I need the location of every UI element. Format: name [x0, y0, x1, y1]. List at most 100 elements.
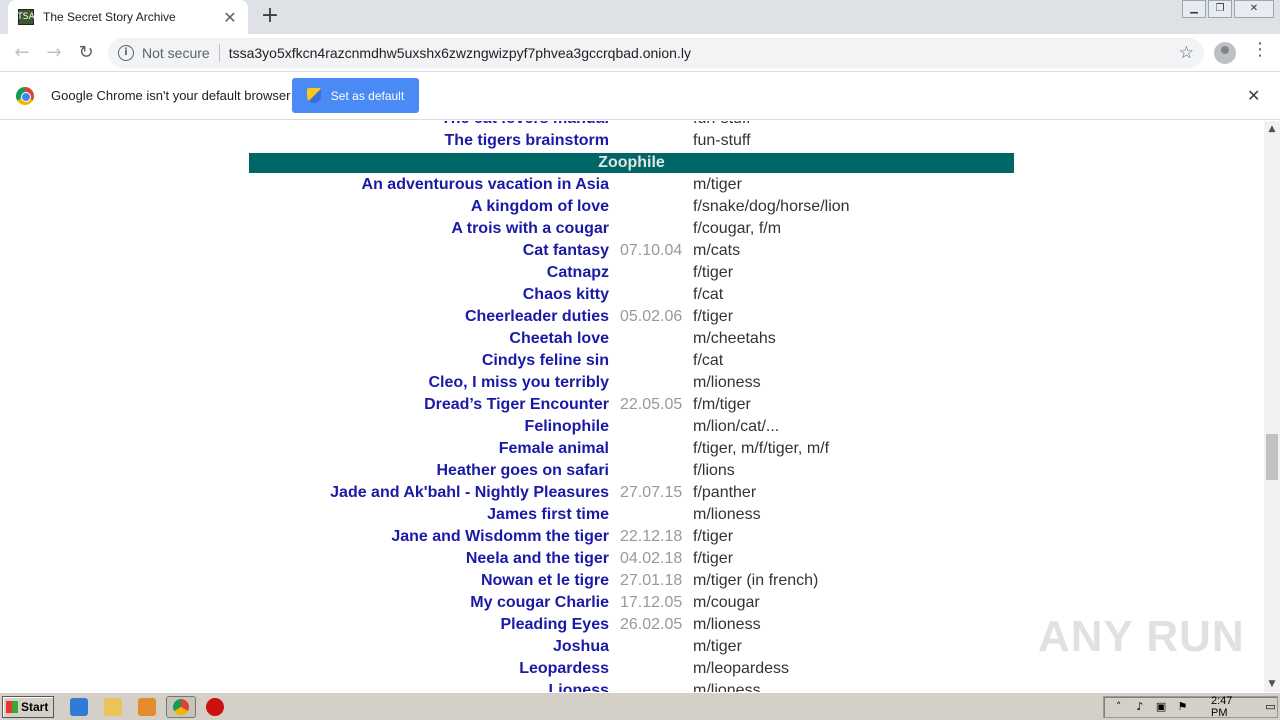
story-title-link[interactable]: Cheerleader duties: [465, 308, 609, 326]
story-title-link[interactable]: Lioness: [549, 682, 609, 692]
close-window-button[interactable]: ✕: [1234, 0, 1274, 18]
story-category: f/lions: [693, 462, 735, 479]
story-title-link[interactable]: The tigers brainstorm: [445, 132, 609, 150]
story-title-link[interactable]: Dread’s Tiger Encounter: [424, 396, 609, 414]
story-title-link[interactable]: Female animal: [499, 440, 609, 458]
default-browser-infobar: Google Chrome isn't your default browser…: [0, 72, 1280, 120]
tab-title: The Secret Story Archive: [43, 10, 176, 24]
story-title-link[interactable]: Cleo, I miss you terribly: [429, 374, 610, 392]
chrome-menu-icon[interactable]: ⋮: [1250, 39, 1270, 60]
tab-close-icon[interactable]: ✕: [222, 8, 238, 27]
story-category: m/lioness: [693, 682, 761, 692]
restore-button[interactable]: ❐: [1208, 0, 1232, 18]
info-icon[interactable]: i: [118, 45, 134, 61]
start-label: Start: [21, 700, 49, 714]
tab-active[interactable]: TSA The Secret Story Archive ✕: [8, 0, 248, 34]
scroll-down-icon[interactable]: ▼: [1264, 676, 1280, 692]
story-category: f/tiger: [693, 264, 734, 281]
story-title-link[interactable]: Jane and Wisdomm the tiger: [391, 528, 609, 546]
new-tab-button[interactable]: +: [258, 4, 282, 28]
window-controls: ▁ ❐ ✕: [1180, 0, 1274, 18]
story-title-link[interactable]: Heather goes on safari: [437, 462, 610, 480]
story-category: fun-stuff: [693, 121, 751, 128]
tray-expand-icon[interactable]: ˄: [1112, 700, 1125, 714]
story-title-link[interactable]: Cheetah love: [509, 330, 609, 348]
story-row: Cat fantasy 07.10.04 m/cats: [0, 239, 1264, 261]
set-as-default-button[interactable]: Set as default: [292, 78, 419, 113]
story-title-link[interactable]: Catnapz: [547, 264, 609, 282]
infobar-close-icon[interactable]: ✕: [1247, 86, 1260, 105]
story-title-link[interactable]: Nowan et le tigre: [481, 572, 609, 590]
story-category: m/tiger: [693, 176, 742, 193]
story-title-link[interactable]: Chaos kitty: [523, 286, 609, 304]
action-center-flag-icon[interactable]: ⚑: [1176, 700, 1189, 714]
section-title: Zoophile: [249, 153, 1014, 173]
minimize-button[interactable]: ▁: [1182, 0, 1206, 18]
story-category: f/cougar, f/m: [693, 220, 782, 237]
story-row: Chaos kitty f/cat: [0, 283, 1264, 305]
story-row: An adventurous vacation in Asia m/tiger: [0, 173, 1264, 195]
story-row: Catnapz f/tiger: [0, 261, 1264, 283]
story-title-link[interactable]: Felinophile: [525, 418, 609, 436]
story-title-link[interactable]: Neela and the tiger: [466, 550, 609, 568]
profile-avatar-icon[interactable]: [1214, 42, 1236, 64]
story-title-link[interactable]: Cindys feline sin: [482, 352, 609, 370]
story-date: 07.10.04: [620, 242, 683, 259]
site-favicon-icon: TSA: [17, 9, 35, 25]
section-header: Zoophile: [0, 151, 1264, 173]
reload-button[interactable]: ↻: [70, 37, 102, 69]
story-category: m/lioness: [693, 616, 761, 633]
story-title-link[interactable]: James first time: [487, 506, 609, 524]
story-category: f/panther: [693, 484, 757, 501]
story-row: Cheetah love m/cheetahs: [0, 327, 1264, 349]
start-button[interactable]: Start: [2, 696, 54, 718]
show-desktop-icon[interactable]: ▭: [1264, 700, 1277, 714]
story-date: 27.07.15: [620, 484, 683, 501]
internet-explorer-icon[interactable]: [70, 698, 88, 716]
story-category: f/tiger, m/f/tiger, m/f: [693, 440, 830, 457]
scrollbar-thumb[interactable]: [1266, 434, 1278, 480]
scroll-up-icon[interactable]: ▲: [1264, 121, 1280, 137]
file-explorer-icon[interactable]: [104, 698, 122, 716]
infobar-message: Google Chrome isn't your default browser: [51, 88, 291, 103]
volume-icon[interactable]: ♪: [1133, 700, 1146, 714]
story-date: 04.02.18: [620, 550, 683, 567]
address-bar[interactable]: i Not secure tssa3yo5xfkcn4razcnmdhw5uxs…: [108, 38, 1204, 68]
chrome-taskbar-button[interactable]: [166, 696, 196, 718]
network-icon[interactable]: ▣: [1155, 700, 1168, 714]
story-title-link[interactable]: An adventurous vacation in Asia: [362, 176, 609, 194]
media-player-icon[interactable]: [138, 698, 156, 716]
taskbar-clock[interactable]: 2:47 PM: [1211, 695, 1250, 719]
story-title-link[interactable]: Jade and Ak'bahl - Nightly Pleasures: [330, 484, 609, 502]
story-title-link[interactable]: My cougar Charlie: [470, 594, 609, 612]
security-label: Not secure: [142, 45, 210, 61]
story-title-link[interactable]: A trois with a cougar: [451, 220, 609, 238]
system-tray: ˄ ♪ ▣ ⚑ 2:47 PM ▭: [1103, 695, 1278, 719]
story-row: The cat lovers manual fun-stuff: [0, 121, 1264, 129]
story-row: A trois with a cougar f/cougar, f/m: [0, 217, 1264, 239]
story-row: Lioness m/lioness: [0, 679, 1264, 692]
url-text[interactable]: tssa3yo5xfkcn4razcnmdhw5uxshx6zwzngwizpy…: [229, 45, 1179, 61]
story-title-link[interactable]: Leopardess: [519, 660, 609, 678]
story-title-link[interactable]: A kingdom of love: [471, 198, 609, 216]
story-category: m/lioness: [693, 506, 761, 523]
story-row: Jane and Wisdomm the tiger 22.12.18 f/tige…: [0, 525, 1264, 547]
story-category: f/m/tiger: [693, 396, 751, 413]
story-category: m/leopardess: [693, 660, 790, 677]
story-category: f/tiger: [693, 308, 734, 325]
set-as-default-label: Set as default: [330, 88, 405, 103]
back-button[interactable]: ←: [6, 37, 38, 69]
story-category: m/cheetahs: [693, 330, 776, 347]
vertical-scrollbar[interactable]: ▲ ▼: [1264, 121, 1280, 692]
story-title-link[interactable]: The cat lovers manual: [441, 121, 609, 128]
story-title-link[interactable]: Cat fantasy: [523, 242, 609, 260]
windows-logo-icon: [6, 701, 18, 713]
opera-icon[interactable]: [206, 698, 224, 716]
story-row: Heather goes on safari f/lions: [0, 459, 1264, 481]
story-title-link[interactable]: Joshua: [553, 638, 609, 656]
story-title-link[interactable]: Pleading Eyes: [501, 616, 610, 634]
forward-button[interactable]: →: [38, 37, 70, 69]
story-row: Jade and Ak'bahl - Nightly Pleasures 27.0…: [0, 481, 1264, 503]
bookmark-star-icon[interactable]: ☆: [1179, 43, 1194, 63]
story-category: fun-stuff: [693, 132, 751, 149]
